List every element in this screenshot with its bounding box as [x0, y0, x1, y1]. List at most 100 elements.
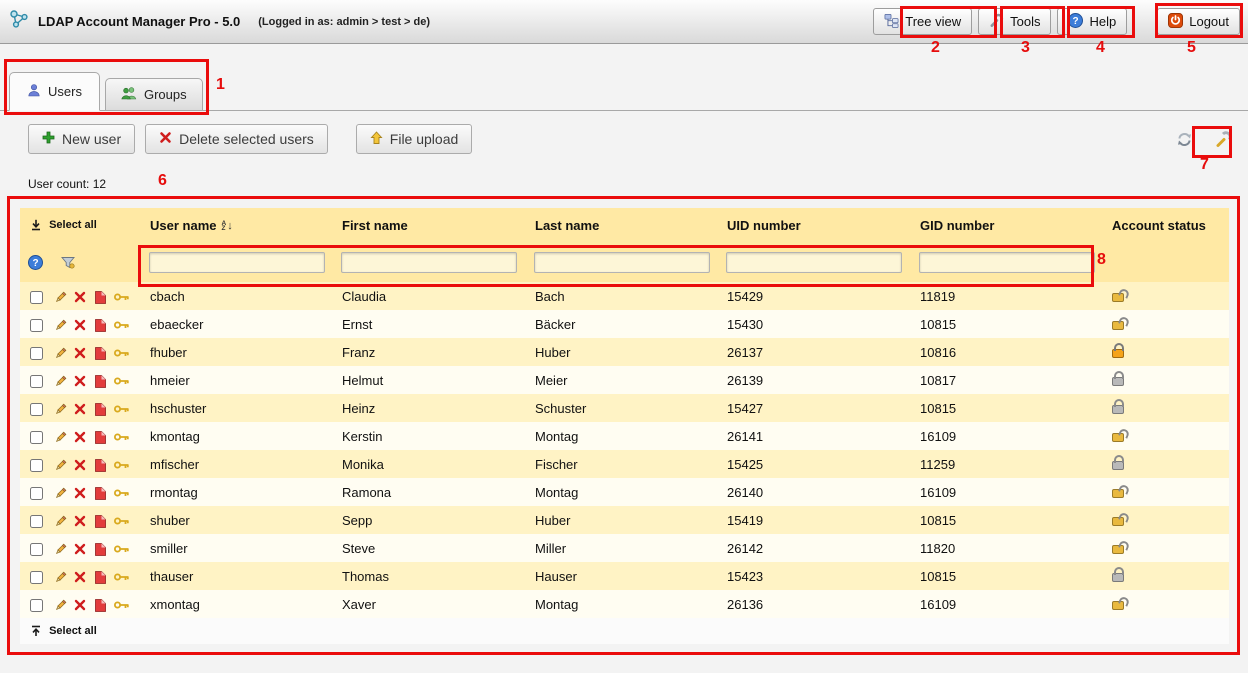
- filter-input-username[interactable]: [149, 252, 325, 273]
- table-row[interactable]: xmontag Xaver Montag 26136 16109: [20, 590, 1229, 618]
- row-checkbox[interactable]: [30, 291, 43, 304]
- edit-pencil-icon[interactable]: [54, 431, 67, 444]
- table-row[interactable]: fhuber Franz Huber 26137 10816: [20, 338, 1229, 366]
- table-row[interactable]: shuber Sepp Huber 15419 10815: [20, 506, 1229, 534]
- pdf-export-icon[interactable]: [94, 291, 106, 304]
- edit-pencil-icon[interactable]: [54, 515, 67, 528]
- help-button[interactable]: ? Help: [1057, 8, 1127, 35]
- row-checkbox[interactable]: [30, 599, 43, 612]
- sort-icon[interactable]: AZ↓: [221, 220, 232, 232]
- new-user-button[interactable]: New user: [28, 124, 135, 154]
- delete-row-icon[interactable]: [74, 571, 86, 583]
- password-key-icon[interactable]: [114, 404, 129, 414]
- select-all-top[interactable]: Select all: [20, 208, 148, 242]
- table-row[interactable]: thauser Thomas Hauser 15423 10815: [20, 562, 1229, 590]
- edit-pencil-icon[interactable]: [54, 487, 67, 500]
- password-key-icon[interactable]: [114, 320, 129, 330]
- column-header-account-status[interactable]: Account status: [1110, 208, 1229, 242]
- password-key-icon[interactable]: [114, 516, 129, 526]
- password-key-icon[interactable]: [114, 292, 129, 302]
- password-key-icon[interactable]: [114, 600, 129, 610]
- table-row[interactable]: smiller Steve Miller 26142 11820: [20, 534, 1229, 562]
- delete-row-icon[interactable]: [74, 375, 86, 387]
- table-row[interactable]: hschuster Heinz Schuster 15427 10815: [20, 394, 1229, 422]
- row-checkbox[interactable]: [30, 347, 43, 360]
- edit-pencil-icon[interactable]: [54, 347, 67, 360]
- pdf-export-icon[interactable]: [94, 459, 106, 472]
- password-key-icon[interactable]: [114, 432, 129, 442]
- delete-row-icon[interactable]: [74, 599, 86, 611]
- delete-row-icon[interactable]: [74, 459, 86, 471]
- delete-row-icon[interactable]: [74, 319, 86, 331]
- table-row[interactable]: ebaecker Ernst Bäcker 15430 10815: [20, 310, 1229, 338]
- cell-gid: 16109: [918, 590, 1110, 618]
- column-header-uid[interactable]: UID number: [725, 208, 918, 242]
- table-row[interactable]: rmontag Ramona Montag 26140 16109: [20, 478, 1229, 506]
- select-all-bottom[interactable]: Select all: [49, 625, 97, 637]
- table-row[interactable]: mfischer Monika Fischer 15425 11259: [20, 450, 1229, 478]
- pdf-export-icon[interactable]: [94, 543, 106, 556]
- delete-row-icon[interactable]: [74, 291, 86, 303]
- pdf-export-icon[interactable]: [94, 375, 106, 388]
- row-checkbox[interactable]: [30, 403, 43, 416]
- password-key-icon[interactable]: [114, 460, 129, 470]
- column-header-gid[interactable]: GID number: [918, 208, 1110, 242]
- delete-row-icon[interactable]: [74, 403, 86, 415]
- delete-row-icon[interactable]: [74, 543, 86, 555]
- column-header-username[interactable]: User nameAZ↓: [148, 208, 340, 242]
- password-key-icon[interactable]: [114, 488, 129, 498]
- delete-row-icon[interactable]: [74, 431, 86, 443]
- table-row[interactable]: hmeier Helmut Meier 26139 10817: [20, 366, 1229, 394]
- row-checkbox[interactable]: [30, 543, 43, 556]
- row-checkbox[interactable]: [30, 487, 43, 500]
- pdf-export-icon[interactable]: [94, 319, 106, 332]
- password-key-icon[interactable]: [114, 572, 129, 582]
- logout-button[interactable]: Logout: [1157, 8, 1240, 35]
- edit-pencil-icon[interactable]: [54, 543, 67, 556]
- edit-pencil-icon[interactable]: [54, 291, 67, 304]
- pdf-export-icon[interactable]: [94, 599, 106, 612]
- edit-pencil-icon[interactable]: [54, 319, 67, 332]
- edit-pencil-icon[interactable]: [54, 459, 67, 472]
- row-checkbox[interactable]: [30, 571, 43, 584]
- filter-input-gid[interactable]: [919, 252, 1095, 273]
- delete-selected-users-button[interactable]: Delete selected users: [145, 124, 328, 154]
- tab-groups[interactable]: Groups: [105, 78, 203, 111]
- pdf-export-icon[interactable]: [94, 515, 106, 528]
- filter-input-first-name[interactable]: [341, 252, 517, 273]
- filter-help-icon[interactable]: ?: [28, 255, 43, 270]
- filter-input-last-name[interactable]: [534, 252, 710, 273]
- delete-row-icon[interactable]: [74, 487, 86, 499]
- row-checkbox[interactable]: [30, 515, 43, 528]
- pdf-export-icon[interactable]: [94, 487, 106, 500]
- row-checkbox[interactable]: [30, 431, 43, 444]
- password-key-icon[interactable]: [114, 376, 129, 386]
- delete-row-icon[interactable]: [74, 515, 86, 527]
- pdf-export-icon[interactable]: [94, 347, 106, 360]
- table-row[interactable]: cbach Claudia Bach 15429 11819: [20, 282, 1229, 310]
- pdf-export-icon[interactable]: [94, 403, 106, 416]
- delete-row-icon[interactable]: [74, 347, 86, 359]
- edit-pencil-icon[interactable]: [54, 403, 67, 416]
- settings-wrench-icon[interactable]: [1215, 131, 1232, 148]
- row-checkbox[interactable]: [30, 375, 43, 388]
- column-header-first-name[interactable]: First name: [340, 208, 533, 242]
- tree-view-button[interactable]: Tree view: [873, 8, 972, 35]
- refresh-icon[interactable]: [1176, 131, 1193, 148]
- edit-pencil-icon[interactable]: [54, 599, 67, 612]
- tools-button[interactable]: Tools: [978, 8, 1051, 35]
- edit-pencil-icon[interactable]: [54, 571, 67, 584]
- file-upload-button[interactable]: File upload: [356, 124, 473, 154]
- row-checkbox[interactable]: [30, 319, 43, 332]
- password-key-icon[interactable]: [114, 544, 129, 554]
- password-key-icon[interactable]: [114, 348, 129, 358]
- tab-users[interactable]: Users: [9, 72, 100, 111]
- row-checkbox[interactable]: [30, 459, 43, 472]
- filter-input-uid[interactable]: [726, 252, 902, 273]
- column-header-last-name[interactable]: Last name: [533, 208, 725, 242]
- edit-pencil-icon[interactable]: [54, 375, 67, 388]
- pdf-export-icon[interactable]: [94, 571, 106, 584]
- pdf-export-icon[interactable]: [94, 431, 106, 444]
- filter-funnel-icon[interactable]: [61, 256, 75, 269]
- table-row[interactable]: kmontag Kerstin Montag 26141 16109: [20, 422, 1229, 450]
